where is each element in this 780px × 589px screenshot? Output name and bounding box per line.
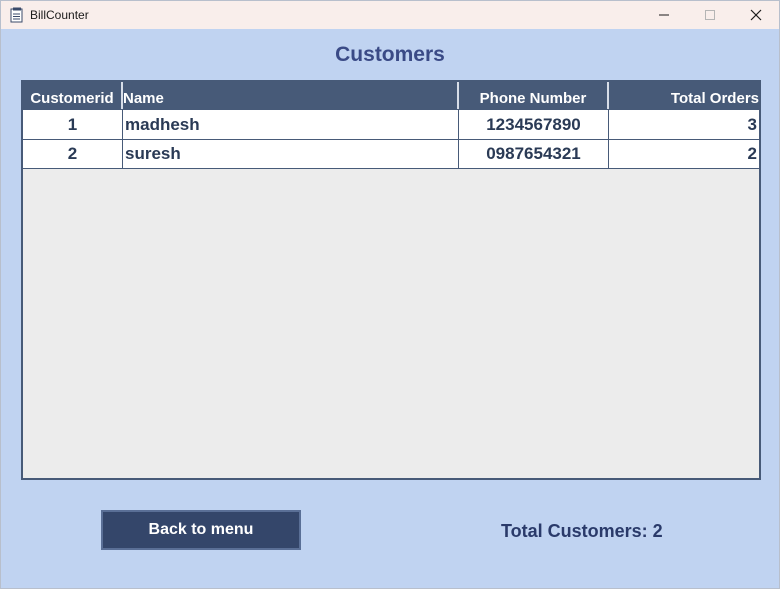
window-title: BillCounter	[30, 8, 89, 22]
column-header-name[interactable]: Name	[123, 82, 459, 109]
app-window: BillCounter Customers Customerid Name Ph…	[0, 0, 780, 589]
table-row[interactable]: 2 suresh 0987654321 2	[23, 139, 759, 169]
column-header-total-orders[interactable]: Total Orders	[609, 82, 759, 109]
document-icon	[10, 7, 23, 23]
cell-customerid: 2	[23, 140, 123, 168]
table-header: Customerid Name Phone Number Total Order…	[23, 82, 759, 109]
cell-total-orders: 3	[747, 114, 757, 134]
minimize-icon	[659, 14, 669, 16]
title-bar: BillCounter	[1, 1, 779, 29]
cell-name: suresh	[123, 140, 459, 168]
column-header-customerid[interactable]: Customerid	[23, 82, 123, 109]
table-row[interactable]: 1 madhesh 1234567890 3	[23, 109, 759, 139]
column-header-phone-number[interactable]: Phone Number	[459, 82, 609, 109]
cell-total-orders: 2	[747, 144, 757, 163]
total-customers-label: Total Customers: 2	[501, 521, 663, 541]
customers-table[interactable]: Customerid Name Phone Number Total Order…	[21, 80, 761, 480]
minimize-button[interactable]	[641, 1, 687, 29]
cell-phone-number: 1234567890	[459, 110, 609, 139]
window-controls	[641, 1, 779, 29]
cell-phone-number: 0987654321	[459, 140, 609, 168]
back-to-menu-button[interactable]: Back to menu	[101, 510, 301, 550]
cell-customerid: 1	[23, 110, 123, 139]
maximize-icon	[705, 10, 715, 20]
close-icon	[750, 9, 762, 21]
maximize-button[interactable]	[687, 1, 733, 29]
close-button[interactable]	[733, 1, 779, 29]
cell-name: madhesh	[123, 110, 459, 139]
page-title: Customers	[335, 43, 445, 66]
